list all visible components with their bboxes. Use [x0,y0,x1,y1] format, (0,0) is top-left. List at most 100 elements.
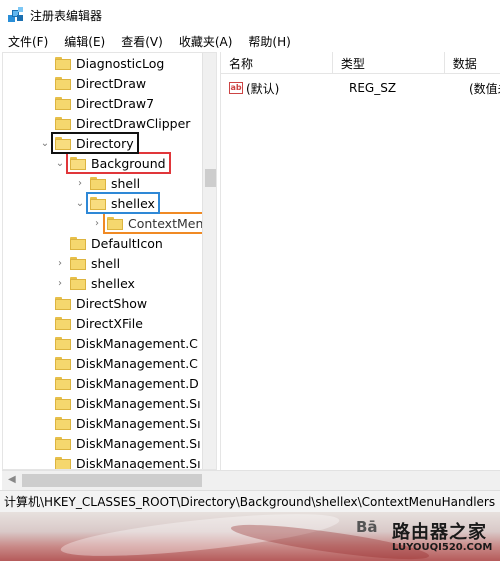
chevron-down-icon[interactable]: ⌄ [39,133,51,153]
menu-file[interactable]: 文件(F) [6,31,50,52]
folder-icon [55,456,71,469]
menu-edit[interactable]: 编辑(E) [62,31,107,52]
folder-icon [55,136,71,150]
folder-icon [55,396,71,410]
status-bar: 计算机\HKEY_CLASSES_ROOT\Directory\Backgrou… [0,490,500,512]
column-header-name[interactable]: 名称 [221,52,333,74]
watermark-sub-text: LUYOUQI520.COM [392,542,493,553]
folder-icon [90,196,106,210]
tree-node-label: DirectDraw [76,75,147,91]
window-title: 注册表编辑器 [30,8,103,23]
folder-icon [55,316,71,330]
tree-node[interactable]: › shellex [54,273,138,293]
tree-node[interactable]: DiskManagement.Sı [39,433,204,453]
folder-icon [55,76,71,90]
tree-node-label: DiskManagement.Sı [76,455,201,470]
tree-node-label: DiskManagement.Sı [76,415,201,431]
watermark-main-text: 路由器之家 [392,522,487,543]
chevron-right-icon[interactable]: › [74,173,86,193]
tree-node[interactable]: DiskManagement.C [39,333,201,353]
tree-node[interactable]: DiskManagement.Sı [39,453,204,470]
chevron-down-icon[interactable]: ⌄ [74,193,86,213]
tree-scroll-thumb[interactable] [205,169,216,187]
horizontal-scroll-thumb[interactable] [22,474,202,487]
tree-node-label: DiskManagement.D [76,375,199,391]
tree-node-label: DirectDrawClipper [76,115,191,131]
tree-node[interactable]: DirectXFile [39,313,146,333]
tree-vertical-scrollbar[interactable] [202,53,216,469]
chevron-right-icon[interactable]: › [54,273,66,293]
tree-node[interactable]: DirectDrawClipper [39,113,193,133]
tree-node-label: DiskManagement.Sı [76,395,201,411]
tree-node-label: DirectShow [76,295,148,311]
tree-node-label: Directory [76,135,134,151]
folder-icon [55,56,71,70]
tree-node[interactable]: DiagnosticLog [39,53,167,73]
folder-icon [55,116,71,130]
tree-node-label: DiskManagement.Sı [76,435,201,451]
tree-node[interactable]: ⌄ Directory [39,132,139,154]
folder-icon [90,176,106,190]
menu-favorites[interactable]: 收藏夹(A) [177,31,235,52]
tree-node-label: Background [91,155,166,171]
tree-node-label: DiskManagement.C [76,355,198,371]
tree-node-label: shellex [91,275,135,291]
list-item[interactable]: ab (默认) REG_SZ (数值未 [221,78,500,98]
folder-icon [107,216,123,230]
tree-node-label: DirectXFile [76,315,143,331]
folder-icon [70,276,86,290]
string-value-icon: ab [229,82,243,94]
tree-node-label: shell [111,175,141,191]
tree-node[interactable]: › shell [54,253,123,273]
chevron-right-icon[interactable]: › [54,253,66,273]
tree-node[interactable]: ⌄ Background [54,152,171,174]
tree-node[interactable]: DiskManagement.C [39,353,201,373]
tree-node[interactable]: DirectDraw7 [39,93,157,113]
value-name: (默认) [246,81,280,96]
column-header-data[interactable]: 数据 [445,52,500,74]
tree-node[interactable]: DiskManagement.Sı [39,413,204,433]
folder-icon [70,156,86,170]
value-data: (数值未 [469,81,500,96]
tree-node-label: DefaultIcon [91,235,163,251]
folder-icon [55,296,71,310]
scroll-left-icon[interactable]: ◀ [8,474,20,486]
menu-bar: 文件(F) 编辑(E) 查看(V) 收藏夹(A) 帮助(H) [0,30,500,52]
tree-node[interactable]: DiskManagement.D [39,373,202,393]
chevron-down-icon[interactable]: ⌄ [54,153,66,173]
registry-tree[interactable]: DiskManagement.Sı DiskManagement.Sı DiskMa… [2,52,217,470]
menu-help[interactable]: 帮助(H) [246,31,292,52]
tree-node[interactable]: ›ContextMenuHandlers [91,212,216,234]
tree-node[interactable]: › shell [74,173,143,193]
registry-editor-icon [8,7,24,23]
tree-horizontal-scrollbar[interactable]: ◀ [2,470,500,490]
folder-icon [55,436,71,450]
tree-node[interactable]: DirectDraw [39,73,149,93]
watermark-baidu: Bā [356,518,378,536]
value-list[interactable]: 名称 类型 数据 ab (默认) REG_SZ (数值未 [220,52,500,470]
menu-view[interactable]: 查看(V) [119,31,165,52]
tree-node[interactable]: ⌄ shellex [74,192,160,214]
column-header-type[interactable]: 类型 [333,52,445,74]
tree-node-label: shell [91,255,121,271]
folder-icon [70,236,86,250]
chevron-right-icon[interactable]: › [91,213,103,233]
tree-node-label: DiskManagement.C [76,335,198,351]
tree-node[interactable]: DiskManagement.Sı [39,393,204,413]
folder-icon [55,416,71,430]
tree-node[interactable]: DirectShow [39,293,150,313]
tree-node[interactable]: DefaultIcon [54,233,166,253]
tree-node-label: DiagnosticLog [76,55,165,71]
